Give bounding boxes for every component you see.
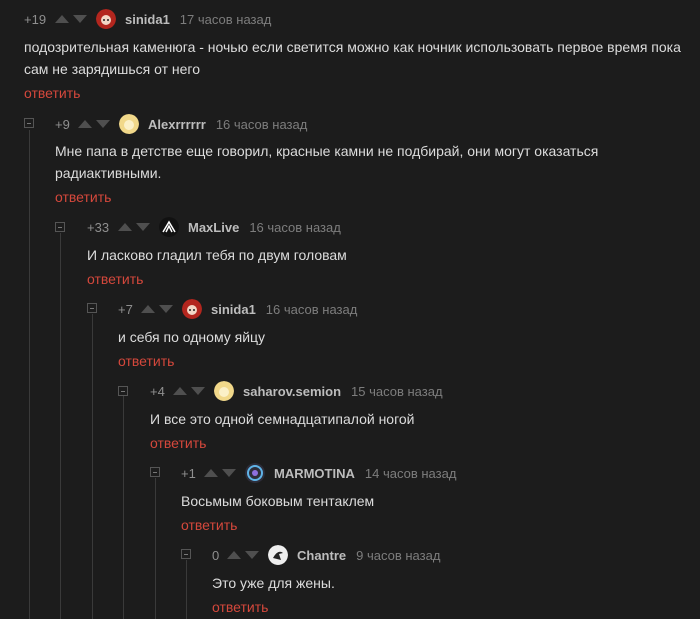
rating: +4 xyxy=(150,383,165,399)
thread-line xyxy=(186,560,187,619)
timestamp[interactable]: 9 часов назад xyxy=(356,548,440,563)
thread-line xyxy=(123,396,124,619)
avatar[interactable] xyxy=(268,545,288,565)
reply-link[interactable]: ответить xyxy=(55,189,111,205)
reply-link[interactable]: ответить xyxy=(118,353,174,369)
timestamp[interactable]: 17 часов назад xyxy=(180,12,272,27)
vote-up-icon[interactable] xyxy=(78,120,92,128)
avatar[interactable] xyxy=(119,114,139,134)
comment-header: +33 MaxLive 16 часов назад xyxy=(87,216,341,238)
comment-header: +7 sinida1 16 часов назад xyxy=(118,298,357,320)
comment-text: И ласково гладил тебя по двум головам xyxy=(87,247,347,263)
rating: +7 xyxy=(118,301,133,317)
avatar[interactable] xyxy=(214,381,234,401)
collapse-toggle[interactable] xyxy=(87,303,97,313)
thread-line xyxy=(92,314,93,619)
comment-text: подозрительная каменюга - ночью если све… xyxy=(24,39,681,77)
reply-link[interactable]: ответить xyxy=(87,271,143,287)
timestamp[interactable]: 15 часов назад xyxy=(351,384,443,399)
rating: +33 xyxy=(87,219,110,235)
vote-up-icon[interactable] xyxy=(141,305,155,313)
comment-header: +1 MARMOTINA 14 часов назад xyxy=(181,462,456,484)
author-name[interactable]: sinida1 xyxy=(211,302,256,317)
avatar[interactable] xyxy=(159,217,179,237)
vote-up-icon[interactable] xyxy=(118,223,132,231)
vote-down-icon[interactable] xyxy=(191,387,205,395)
collapse-toggle[interactable] xyxy=(150,467,160,477)
thread-line xyxy=(29,130,30,619)
comment-header: 0 Chantre 9 часов назад xyxy=(212,544,440,566)
rating: 0 xyxy=(212,547,220,563)
comment-text: Мне папа в детстве еще говорил, красные … xyxy=(55,143,599,181)
comment-header: +9 Alexrrrrrr 16 часов назад xyxy=(55,113,307,135)
collapse-toggle[interactable] xyxy=(118,386,128,396)
author-name[interactable]: MaxLive xyxy=(188,220,239,235)
collapse-toggle[interactable] xyxy=(24,118,34,128)
comment-text: И все это одной семнадцатипалой ногой xyxy=(150,411,415,427)
avatar[interactable] xyxy=(96,9,116,29)
timestamp[interactable]: 14 часов назад xyxy=(365,466,457,481)
comment-text: и себя по одному яйцу xyxy=(118,329,266,345)
comment-text: Это уже для жены. xyxy=(212,575,335,591)
vote-down-icon[interactable] xyxy=(73,15,87,23)
vote-down-icon[interactable] xyxy=(136,223,150,231)
vote-up-icon[interactable] xyxy=(227,551,241,559)
author-name[interactable]: Alexrrrrrr xyxy=(148,117,206,132)
vote-down-icon[interactable] xyxy=(245,551,259,559)
rating: +19 xyxy=(24,11,47,27)
avatar[interactable] xyxy=(182,299,202,319)
vote-down-icon[interactable] xyxy=(222,469,236,477)
thread-line xyxy=(155,478,156,619)
comment-header: +4 saharov.semion 15 часов назад xyxy=(150,380,443,402)
timestamp[interactable]: 16 часов назад xyxy=(216,117,308,132)
thread-line xyxy=(60,233,61,619)
comment-header: +19 sinida1 17 часов назад xyxy=(24,8,271,30)
reply-link[interactable]: ответить xyxy=(212,599,268,615)
vote-down-icon[interactable] xyxy=(159,305,173,313)
reply-link[interactable]: ответить xyxy=(150,435,206,451)
collapse-toggle[interactable] xyxy=(55,222,65,232)
author-name[interactable]: MARMOTINA xyxy=(274,466,355,481)
timestamp[interactable]: 16 часов назад xyxy=(266,302,358,317)
rating: +1 xyxy=(181,465,196,481)
timestamp[interactable]: 16 часов назад xyxy=(249,220,341,235)
avatar[interactable] xyxy=(245,463,265,483)
reply-link[interactable]: ответить xyxy=(24,85,80,101)
reply-link[interactable]: ответить xyxy=(181,517,237,533)
author-name[interactable]: sinida1 xyxy=(125,12,170,27)
vote-down-icon[interactable] xyxy=(96,120,110,128)
collapse-toggle[interactable] xyxy=(181,549,191,559)
rating: +9 xyxy=(55,116,70,132)
vote-up-icon[interactable] xyxy=(173,387,187,395)
vote-up-icon[interactable] xyxy=(55,15,69,23)
author-name[interactable]: saharov.semion xyxy=(243,384,341,399)
author-name[interactable]: Chantre xyxy=(297,548,346,563)
comment-text: Восьмым боковым тентаклем xyxy=(181,493,375,509)
vote-up-icon[interactable] xyxy=(204,469,218,477)
